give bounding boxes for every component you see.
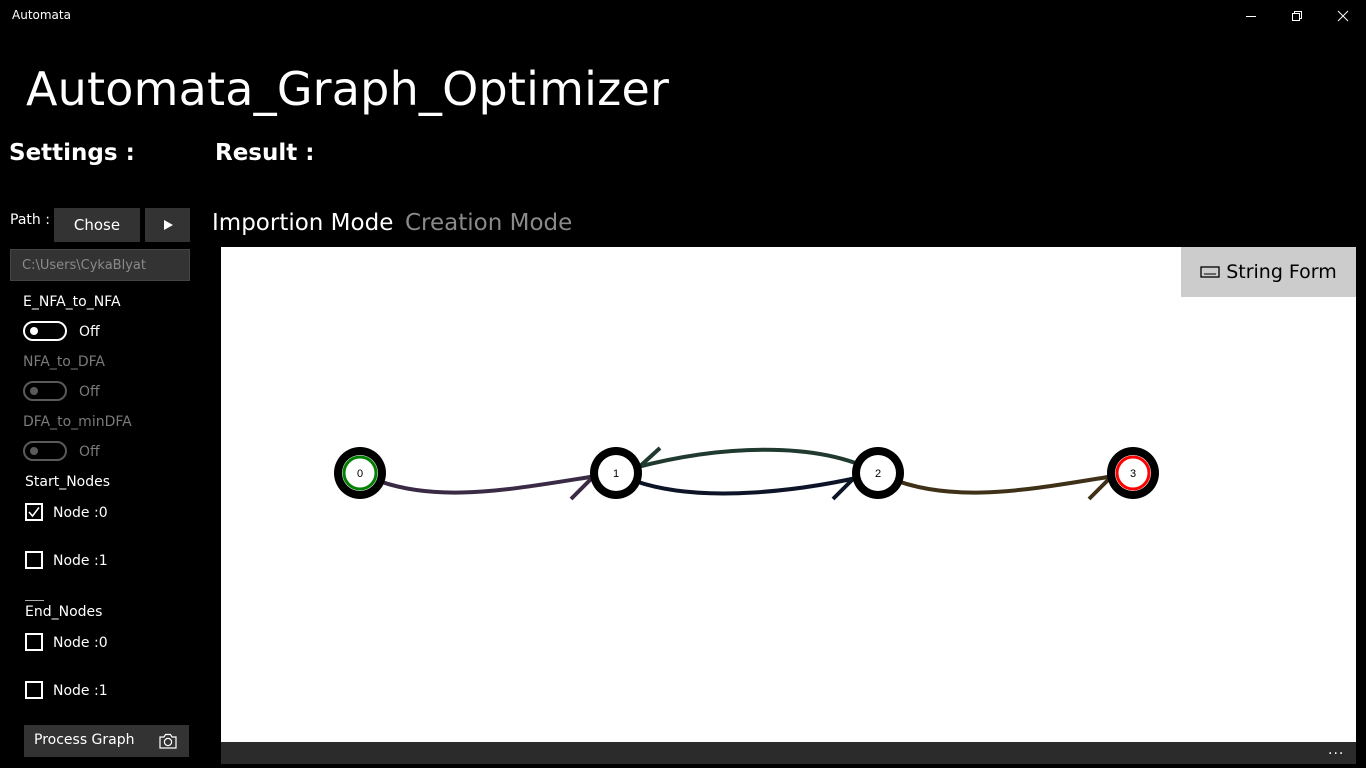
option-label-e-nfa-to-nfa: E_NFA_to_NFA xyxy=(23,294,121,310)
graph-svg: 0 1 2 3 xyxy=(334,446,1159,501)
node-label: 1 xyxy=(613,468,619,480)
run-button[interactable] xyxy=(145,208,190,242)
minimize-icon xyxy=(1246,16,1256,17)
keyboard-icon xyxy=(1200,266,1220,278)
string-form-label: String Form xyxy=(1226,261,1337,283)
camera-icon xyxy=(159,733,177,749)
title-bar xyxy=(0,0,1366,32)
edge-2-3[interactable] xyxy=(877,471,1134,495)
node-label: 3 xyxy=(1130,468,1136,480)
node-label: 2 xyxy=(875,468,881,480)
divider xyxy=(25,600,44,601)
close-icon xyxy=(1337,10,1349,22)
option-label-nfa-to-dfa: NFA_to_DFA xyxy=(23,354,105,370)
tab-importion-mode[interactable]: Importion Mode xyxy=(212,210,393,236)
toggle-nfa-to-dfa[interactable] xyxy=(23,381,67,401)
tab-creation-mode[interactable]: Creation Mode xyxy=(405,210,572,236)
end-node-0-label: Node :0 xyxy=(53,635,108,651)
option-label-dfa-to-mindfa: DFA_to_minDFA xyxy=(23,414,132,430)
start-node-1-checkbox[interactable] xyxy=(25,551,43,569)
toggle-state-text: Off xyxy=(79,384,100,400)
start-node-1-label: Node :1 xyxy=(53,553,108,569)
more-options-button[interactable]: ... xyxy=(1328,742,1344,758)
toggle-state-text: Off xyxy=(79,444,100,460)
process-graph-button[interactable]: Process Graph xyxy=(24,725,189,757)
toggle-knob xyxy=(30,447,38,455)
end-node-1-label: Node :1 xyxy=(53,683,108,699)
result-heading: Result : xyxy=(215,140,315,166)
settings-heading: Settings : xyxy=(9,140,135,166)
toggle-state-text: Off xyxy=(79,324,100,340)
toggle-knob xyxy=(30,327,38,335)
string-form-button[interactable]: String Form xyxy=(1181,247,1356,297)
path-label: Path : xyxy=(10,212,50,228)
process-graph-label: Process Graph xyxy=(34,732,135,748)
graph-node[interactable]: 1 xyxy=(590,447,642,499)
restore-icon xyxy=(1292,11,1302,21)
end-node-0-checkbox[interactable] xyxy=(25,633,43,651)
node-label: 0 xyxy=(357,468,363,480)
end-nodes-label: End_Nodes xyxy=(25,604,103,620)
checkmark-icon xyxy=(28,507,40,518)
path-input[interactable] xyxy=(10,249,190,281)
toggle-knob xyxy=(30,387,38,395)
toggle-dfa-to-mindfa[interactable] xyxy=(23,441,67,461)
graph-node[interactable]: 2 xyxy=(852,447,904,499)
page-title: Automata_Graph_Optimizer xyxy=(26,62,670,116)
minimize-button[interactable] xyxy=(1228,0,1274,32)
graph-canvas[interactable]: 0 1 2 3 xyxy=(221,247,1356,742)
graph-node[interactable]: 3 xyxy=(1107,447,1159,499)
graph-node[interactable]: 0 xyxy=(334,447,386,499)
end-node-1-checkbox[interactable] xyxy=(25,681,43,699)
start-nodes-label: Start_Nodes xyxy=(25,474,111,490)
edge-2-1[interactable] xyxy=(615,471,879,496)
command-bar xyxy=(221,742,1356,764)
start-node-0-checkbox[interactable] xyxy=(25,503,43,521)
window-title: Automata xyxy=(12,8,71,22)
chose-button[interactable]: Chose xyxy=(54,208,140,242)
play-icon xyxy=(163,220,173,230)
restore-button[interactable] xyxy=(1274,0,1320,32)
start-node-0-label: Node :0 xyxy=(53,505,108,521)
toggle-e-nfa-to-nfa[interactable] xyxy=(23,321,67,341)
close-button[interactable] xyxy=(1320,0,1366,32)
